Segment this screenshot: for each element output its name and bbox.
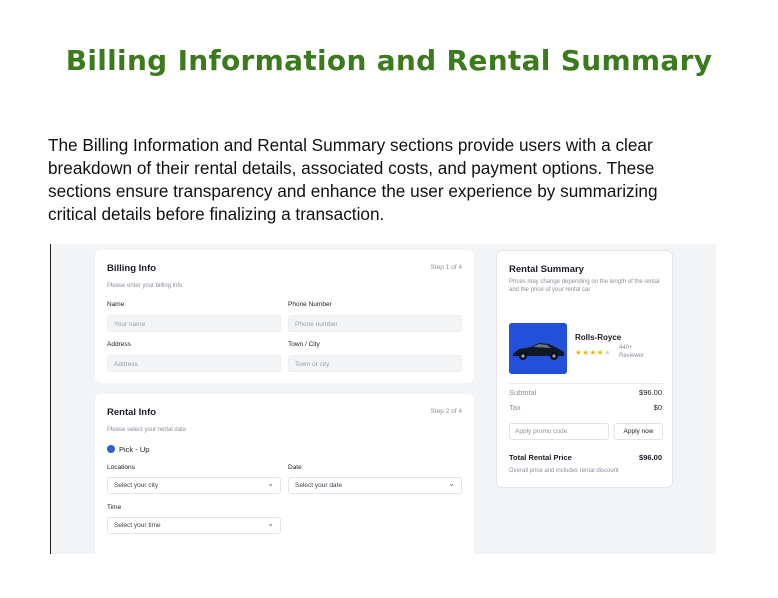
town-field[interactable]: Town or city [288,355,462,372]
chevron-down-icon: ⌄ [267,519,274,528]
pickup-label: Pick - Up [119,445,150,454]
rental-title: Rental Info [107,407,157,418]
locations-value: Select your city [114,482,159,489]
phone-label: Phone Number [288,301,332,308]
total-value: $96.00 [639,453,662,462]
divider [509,383,663,384]
name-label: Name [107,301,125,308]
address-field[interactable]: Address [107,355,281,372]
car-image [509,323,567,374]
star-icon: ★ [596,348,604,357]
phone-field[interactable]: Phone number [288,315,462,332]
rating-stars: ★★★★★ [575,348,611,357]
chevron-down-icon: ⌄ [267,479,274,488]
address-label: Address [107,341,131,348]
summary-title: Rental Summary [509,264,584,275]
ui-screenshot: Billing Info Step 1 of 4 Please enter yo… [50,244,716,554]
star-icon: ★ [603,348,612,357]
promo-code-input[interactable]: Apply promo code [509,423,609,440]
locations-select[interactable]: Select your city ⌄ [107,477,281,494]
name-field[interactable]: Your name [107,315,281,332]
billing-subtitle: Please enter your billing info [107,283,183,289]
pickup-radio[interactable] [107,445,115,453]
billing-title: Billing Info [107,263,157,274]
apply-promo-button[interactable]: Apply now [614,423,663,440]
tax-value: $0 [653,403,662,412]
total-note: Overall price and includes rental discou… [509,468,619,474]
date-label: Date [288,464,302,471]
town-label: Town / City [288,341,320,348]
chevron-down-icon: ⌄ [448,479,455,488]
summary-subtitle: Prices may change depending on the lengt… [509,279,660,293]
rental-subtitle: Please select your rental date [107,427,187,433]
car-illustration [509,323,567,374]
document-paragraph: The Billing Information and Rental Summa… [48,135,658,224]
rental-step: Step 2 of 4 [430,408,462,415]
time-label: Time [107,504,122,511]
date-select[interactable]: Select your date ⌄ [288,477,462,494]
subtotal-label: Subtotal [509,388,537,397]
total-label: Total Rental Price [509,453,572,462]
tax-label: Tax [509,403,521,412]
rental-info-card: Rental Info Step 2 of 4 Please select yo… [95,394,474,554]
billing-step: Step 1 of 4 [430,264,462,271]
locations-label: Locations [107,464,135,471]
car-name: Rolls-Royce [575,333,622,342]
time-select[interactable]: Select your time ⌄ [107,517,281,534]
time-value: Select your time [114,522,161,529]
subtotal-value: $96.00 [639,388,662,397]
star-icon: ★ [589,348,597,357]
document-title: Billing Information and Rental Summary [65,44,713,77]
billing-info-card: Billing Info Step 1 of 4 Please enter yo… [95,250,474,383]
review-count: 440+ Reviewer [619,345,645,359]
rental-summary-card: Rental Summary Prices may change dependi… [496,250,673,488]
date-value: Select your date [295,482,342,489]
